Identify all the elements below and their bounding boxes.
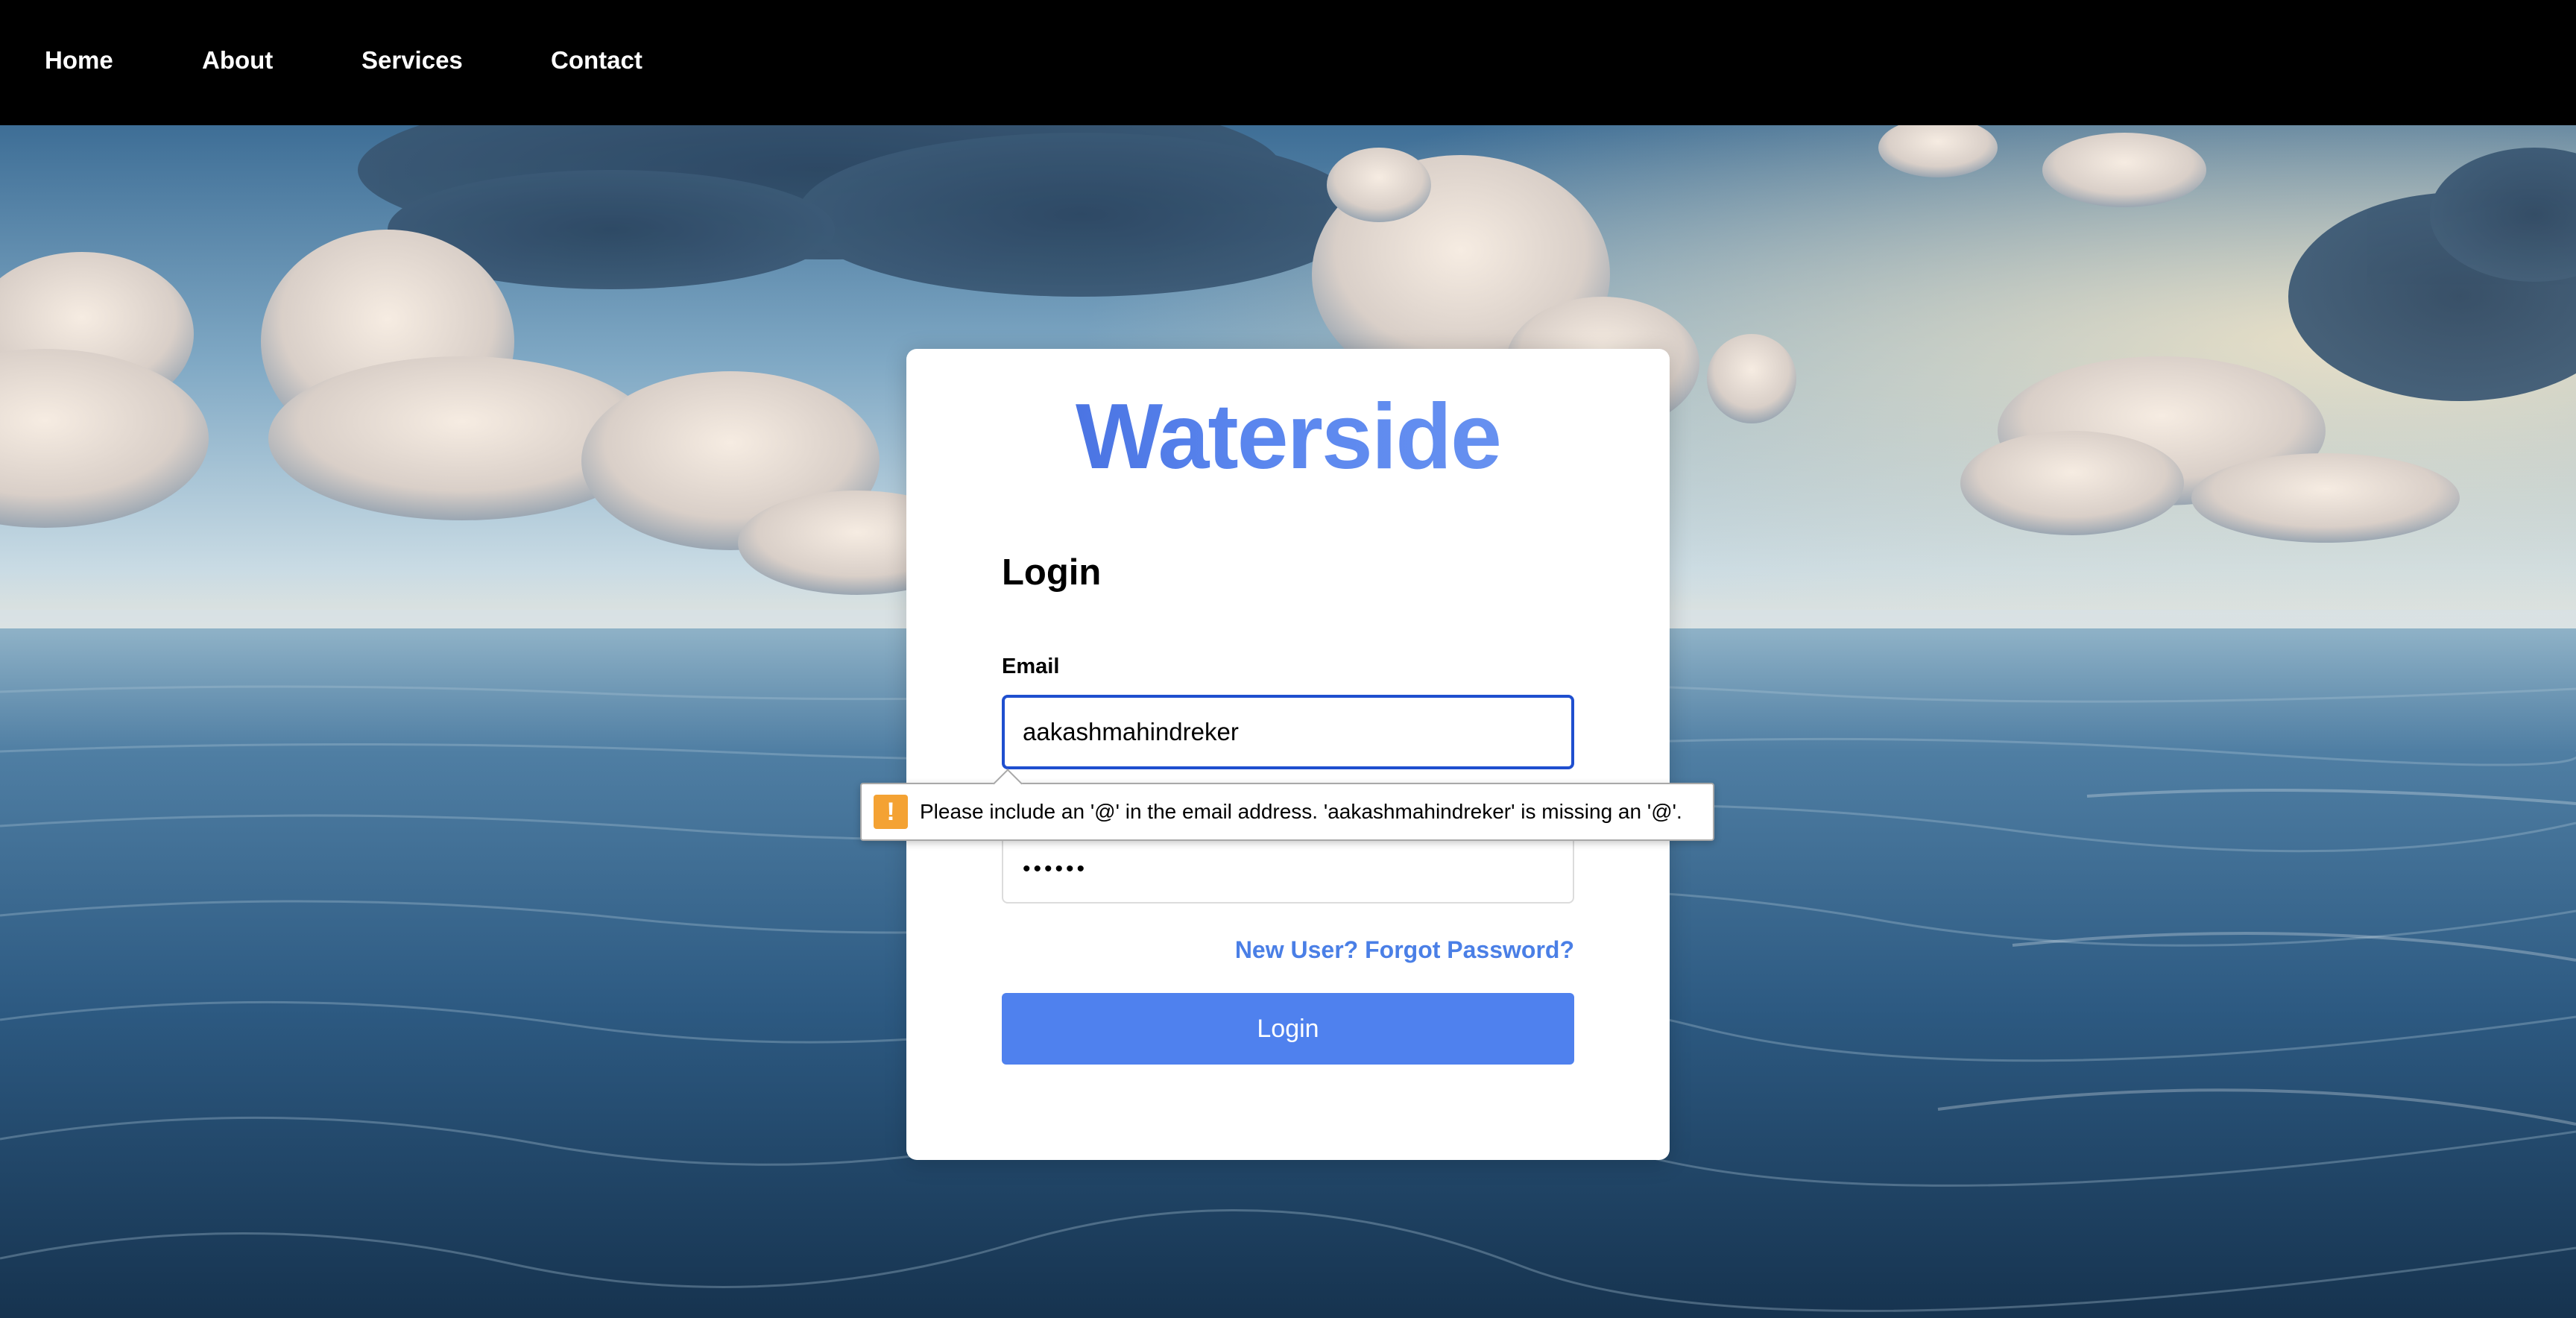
validation-message: Please include an '@' in the email addre… <box>920 800 1682 823</box>
brand-logo: Waterside <box>906 391 1670 483</box>
nav-services-link[interactable]: Services <box>362 46 463 75</box>
nav-home-link[interactable]: Home <box>45 46 113 75</box>
validation-tooltip: ! Please include an '@' in the email add… <box>860 769 1714 841</box>
warning-icon: ! <box>874 795 908 829</box>
top-navbar: Home About Services Contact <box>0 0 2576 125</box>
nav-about-link[interactable]: About <box>202 46 273 75</box>
nav-contact-link[interactable]: Contact <box>551 46 643 75</box>
email-input[interactable] <box>1002 695 1574 769</box>
login-button[interactable]: Login <box>1002 993 1574 1065</box>
new-user-forgot-password-link[interactable]: New User? Forgot Password? <box>1235 936 1574 964</box>
password-input[interactable] <box>1002 835 1574 904</box>
login-heading: Login <box>1002 552 1102 593</box>
email-label: Email <box>1002 655 1060 678</box>
login-card: Waterside Login Email New User? Forgot P… <box>906 349 1670 1160</box>
